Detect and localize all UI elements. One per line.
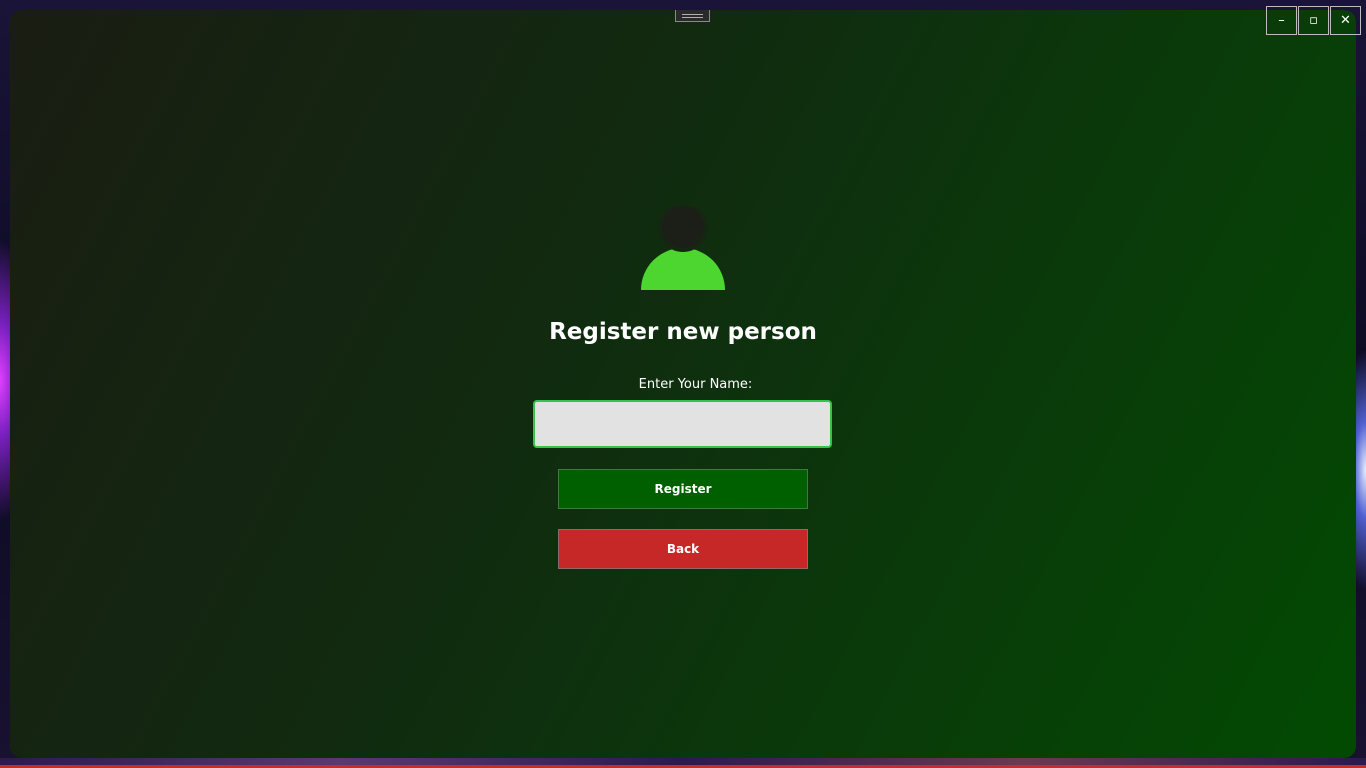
register-button-label: Register (654, 482, 712, 496)
page-title: Register new person (549, 319, 817, 345)
person-icon (641, 206, 725, 290)
back-button-label: Back (666, 542, 700, 556)
back-button[interactable]: Back (558, 529, 808, 569)
register-form: Register new person Enter Your Name: Reg… (0, 0, 1366, 768)
name-label: Enter Your Name: (638, 377, 753, 392)
register-button[interactable]: Register (558, 469, 808, 509)
name-input[interactable] (533, 400, 832, 448)
